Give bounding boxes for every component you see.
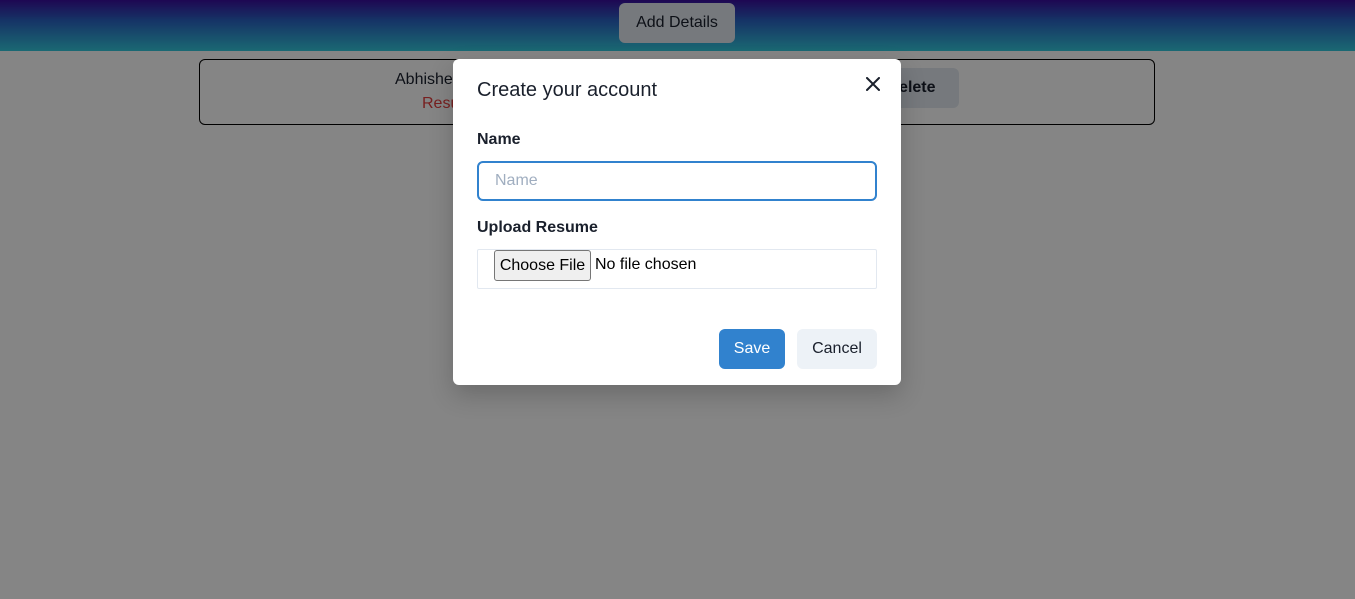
name-input[interactable]	[477, 161, 877, 201]
create-account-modal: Create your account Name Upload Resume C…	[453, 59, 901, 385]
name-label: Name	[477, 131, 521, 148]
save-button[interactable]: Save	[719, 329, 785, 369]
file-status-text: No file chosen	[595, 256, 697, 273]
upload-resume-label: Upload Resume	[477, 219, 598, 236]
choose-file-button[interactable]: Choose File	[494, 250, 591, 281]
cancel-button[interactable]: Cancel	[797, 329, 877, 369]
close-icon	[866, 76, 880, 94]
modal-title: Create your account	[477, 79, 658, 101]
page: Add Details Abhishek Resume Delete Creat…	[0, 0, 1355, 599]
resume-file-input[interactable]: Choose File No file chosen	[477, 249, 877, 289]
close-button[interactable]	[857, 69, 889, 101]
